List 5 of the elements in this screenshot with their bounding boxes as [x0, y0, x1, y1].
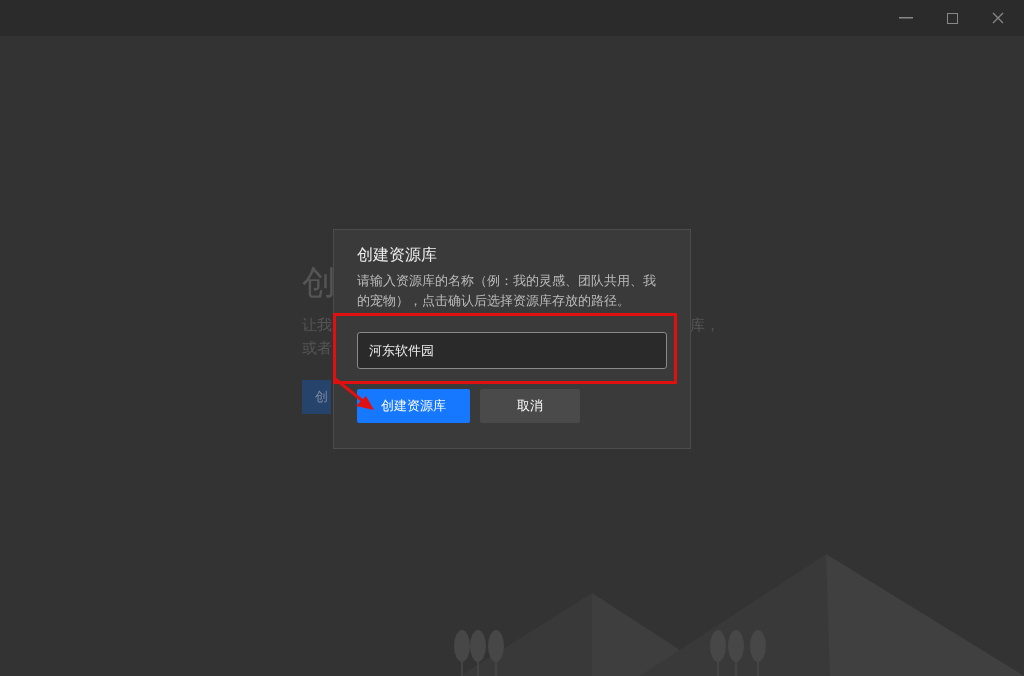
cancel-button[interactable]: 取消 [480, 389, 580, 423]
create-library-button[interactable]: 创建资源库 [357, 389, 470, 423]
name-input-field[interactable]: 河东软件园 [357, 332, 667, 369]
dialog-description: 请输入资源库的名称（例：我的灵感、团队共用、我的宠物），点击确认后选择资源库存放的路径。 [357, 272, 657, 310]
dialog-title: 创建资源库 [357, 244, 437, 266]
